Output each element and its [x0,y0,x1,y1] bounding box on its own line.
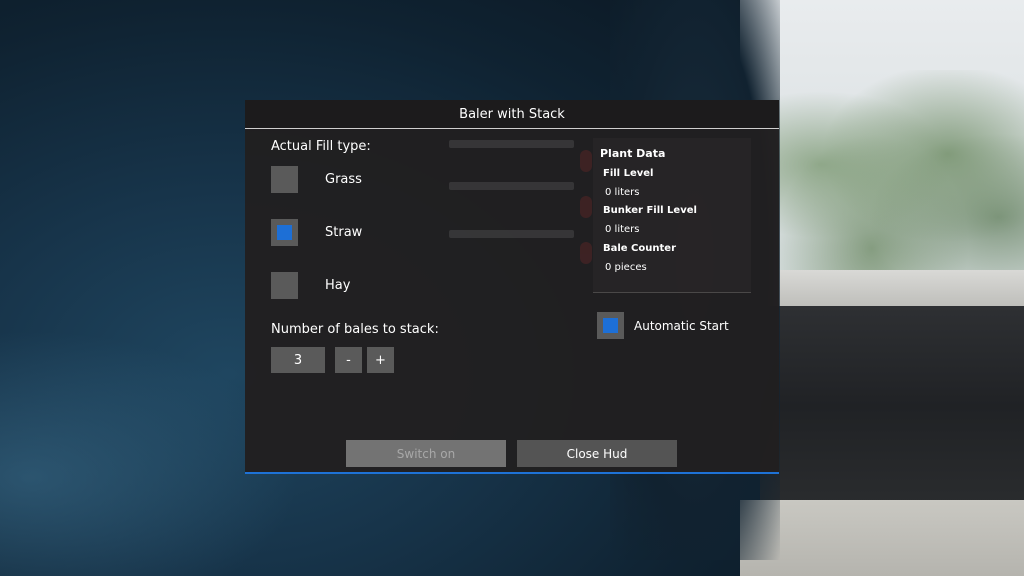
straw-checkbox[interactable] [271,218,298,246]
fill-option-grass[interactable]: Grass [271,165,362,193]
fill-option-straw[interactable]: Straw [271,218,362,246]
game-scene: Baler with Stack Actual Fill type: Grass… [0,0,1024,576]
bale-counter-label: Bale Counter [603,243,677,254]
plant-data-panel: Plant Data Fill Level 0 liters Bunker Fi… [593,138,751,292]
ghost-dot [580,196,592,218]
grass-label: Grass [325,171,362,187]
background-trees [770,70,1024,280]
background-ghost-list [435,130,595,280]
automatic-start-option[interactable]: Automatic Start [597,312,729,339]
checkbox-checked-icon [277,224,292,240]
bales-to-stack-label: Number of bales to stack: [271,322,439,337]
fill-option-hay[interactable]: Hay [271,271,350,299]
bale-counter-value: 0 pieces [605,262,647,273]
checkbox-checked-icon [603,318,618,333]
dialog-title-bar: Baler with Stack [245,100,779,129]
ghost-dot [580,242,592,264]
switch-on-button[interactable]: Switch on [346,440,506,467]
fill-level-value: 0 liters [605,187,640,198]
grass-checkbox[interactable] [271,165,298,193]
ghost-dot [580,150,592,172]
bales-count-value: 3 [271,347,325,373]
background-fence [760,270,1024,306]
ghost-row [449,140,574,148]
close-hud-button[interactable]: Close Hud [517,440,677,467]
hay-checkbox[interactable] [271,271,298,299]
ghost-row [449,182,574,190]
dialog-title: Baler with Stack [459,106,565,122]
automatic-start-label: Automatic Start [634,318,729,333]
automatic-start-checkbox[interactable] [597,312,624,339]
bales-increase-button[interactable]: + [367,347,394,373]
plant-data-title: Plant Data [600,147,666,160]
baler-dialog: Baler with Stack Actual Fill type: Grass… [245,100,779,474]
ghost-row [449,230,574,238]
bales-decrease-button[interactable]: - [335,347,362,373]
panel-divider [593,292,751,293]
straw-label: Straw [325,224,363,240]
bunker-fill-level-value: 0 liters [605,224,640,235]
fill-level-label: Fill Level [603,168,654,179]
hay-label: Hay [325,277,351,293]
background-floor [740,500,1024,576]
fill-type-label: Actual Fill type: [271,139,371,154]
dialog-accent-line [245,472,779,474]
bunker-fill-level-label: Bunker Fill Level [603,205,697,216]
background-shadow [760,306,1024,506]
